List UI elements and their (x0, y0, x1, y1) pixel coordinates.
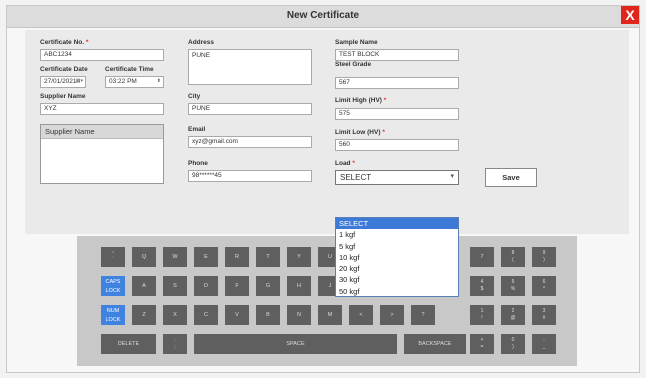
steel-grade-label: Steel Grade (335, 61, 372, 68)
key-t[interactable]: T (256, 247, 280, 267)
key-0[interactable]: 0) (501, 334, 525, 354)
key-n[interactable]: N (287, 305, 311, 325)
supplier-label: Supplier Name (40, 93, 86, 100)
key-minus[interactable]: - _ (532, 334, 556, 354)
limit-low-input[interactable]: 560 (335, 139, 459, 151)
key-v[interactable]: V (225, 305, 249, 325)
email-label: Email (188, 126, 206, 133)
key-4[interactable]: 4 $ (470, 276, 494, 296)
save-button[interactable]: Save (485, 168, 537, 187)
city-input[interactable]: PUNE (188, 103, 312, 115)
key-s[interactable]: S (163, 276, 187, 296)
address-label: Address (188, 39, 215, 46)
key-g[interactable]: G (256, 276, 280, 296)
key-d[interactable]: D (194, 276, 218, 296)
supplier-list-header: Supplier Name (41, 125, 163, 139)
phone-input[interactable]: 98******45 (188, 170, 312, 182)
key-h[interactable]: H (287, 276, 311, 296)
key-greater-than[interactable]: > (380, 305, 404, 325)
key-2[interactable]: 2 @ (501, 305, 525, 325)
key-x[interactable]: X (163, 305, 187, 325)
supplier-list[interactable]: Supplier Name (40, 124, 164, 184)
limit-high-input[interactable]: 575 (335, 108, 459, 120)
title-bar: New Certificate X (7, 6, 639, 28)
key-z[interactable]: Z (132, 305, 156, 325)
key-6[interactable]: 6 ^ (532, 276, 556, 296)
key-9[interactable]: 9) (532, 247, 556, 267)
key-w[interactable]: W (163, 247, 187, 267)
load-option[interactable]: 20 kgf (336, 263, 458, 274)
phone-label: Phone (188, 160, 208, 167)
key-m[interactable]: M (318, 305, 342, 325)
chevron-down-icon: ▾ (450, 173, 454, 180)
form-panel: Certificate No. * ABC1234 Certificate Da… (25, 30, 629, 234)
dialog-window: New Certificate X Certificate No. * ABC1… (6, 5, 640, 373)
cert-time-picker[interactable]: 03:22 PM ⬍ (105, 76, 164, 88)
key-8[interactable]: 8( (501, 247, 525, 267)
dialog-title: New Certificate (286, 10, 360, 21)
load-option[interactable]: 10 kgf (336, 252, 458, 263)
key-e[interactable]: E (194, 247, 218, 267)
key-space[interactable]: SPACE (194, 334, 397, 354)
load-dropdown-list[interactable]: SELECT 1 kgf 5 kgf 10 kgf 20 kgf 30 kgf … (335, 217, 459, 297)
email-input[interactable]: xyz@gmail.com (188, 136, 312, 148)
cert-date-picker[interactable]: 27/01/2021 ▦▾ (40, 76, 86, 88)
load-label: Load * (335, 160, 355, 167)
close-button[interactable]: X (621, 6, 639, 24)
limit-low-label: Limit Low (HV) * (335, 129, 385, 136)
key-b[interactable]: B (256, 305, 280, 325)
steel-grade-input[interactable]: 567 (335, 77, 459, 89)
key-less-than[interactable]: < (349, 305, 373, 325)
address-textarea[interactable]: PUNE (188, 49, 312, 85)
calendar-dropdown-icon[interactable]: ▦▾ (76, 78, 83, 84)
key-3[interactable]: 3 # (532, 305, 556, 325)
load-select[interactable]: SELECT ▾ (335, 170, 459, 185)
limit-high-label: Limit High (HV) * (335, 97, 387, 104)
key-num-lock[interactable]: NUM LOCK (101, 305, 125, 325)
key-caps-lock[interactable]: CAPS LOCK (101, 276, 125, 296)
load-option[interactable]: SELECT (336, 218, 458, 230)
key-colon[interactable]: :; (163, 334, 187, 354)
key-question[interactable]: ? (411, 305, 435, 325)
key-q[interactable]: Q (132, 247, 156, 267)
key-5[interactable]: 5% (501, 276, 525, 296)
load-option[interactable]: 50 kgf (336, 286, 458, 297)
load-option[interactable]: 5 kgf (336, 241, 458, 252)
sample-label: Sample Name (335, 39, 378, 46)
cert-time-label: Certificate Time (105, 66, 154, 73)
load-option[interactable]: 1 kgf (336, 229, 458, 240)
load-option[interactable]: 30 kgf (336, 274, 458, 285)
cert-no-input[interactable]: ABC1234 (40, 49, 164, 61)
key-1[interactable]: 1! (470, 305, 494, 325)
key-7[interactable]: 7 (470, 247, 494, 267)
sample-input[interactable]: TEST BLOCK (335, 49, 459, 61)
key-f[interactable]: F (225, 276, 249, 296)
supplier-input[interactable]: XYZ (40, 103, 164, 115)
key-r[interactable]: R (225, 247, 249, 267)
cert-date-label: Certificate Date (40, 66, 88, 73)
key-backspace[interactable]: BACKSPACE (404, 334, 466, 354)
key-a[interactable]: A (132, 276, 156, 296)
time-spinner-icon[interactable]: ⬍ (157, 78, 161, 84)
key-y[interactable]: Y (287, 247, 311, 267)
key-tilde[interactable]: ~ ` (101, 247, 125, 267)
city-label: City (188, 93, 201, 100)
key-c[interactable]: C (194, 305, 218, 325)
cert-no-label: Certificate No. * (40, 39, 89, 46)
onscreen-keyboard: ~` Q W E R T Y U I O P 7 8( 9) CAPSLOCK … (77, 236, 577, 366)
key-plus[interactable]: + = (470, 334, 494, 354)
key-delete[interactable]: DELETE (101, 334, 156, 354)
